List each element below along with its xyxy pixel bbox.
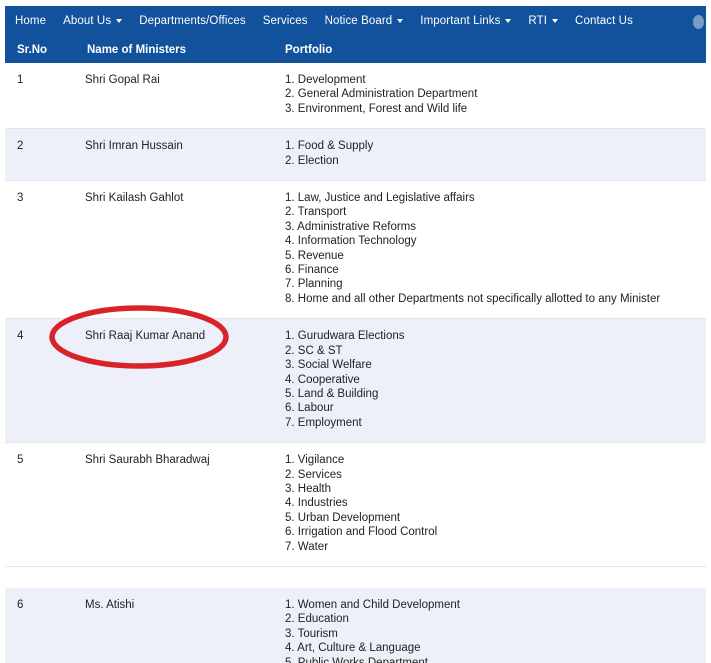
nav-item-label: Contact Us — [575, 15, 633, 27]
chevron-down-icon — [505, 19, 512, 23]
portfolio-item: 4. Art, Culture & Language — [285, 642, 421, 655]
nav-item-home[interactable]: Home — [15, 6, 46, 36]
cell-sr-no: 3 — [17, 192, 24, 205]
table-row[interactable]: 2 Shri Imran Hussain 1. Food & Supply 2.… — [5, 129, 706, 182]
nav-item-label: Departments/Offices — [139, 15, 246, 27]
portfolio-item: 2. Services — [285, 468, 342, 481]
table-header-row: Sr.No Name of Ministers Portfolio — [5, 36, 706, 63]
cell-minister-name: Shri Saurabh Bharadwaj — [85, 454, 210, 467]
chevron-down-icon — [552, 19, 559, 23]
page-root: Home About Us Departments/Offices Servic… — [0, 0, 711, 663]
table-row[interactable]: 4 Shri Raaj Kumar Anand 1. Gurudwara Ele… — [5, 319, 706, 444]
table-row[interactable]: 1 Shri Gopal Rai 1. Development 2. Gener… — [5, 63, 706, 130]
cell-minister-name: Shri Imran Hussain — [85, 140, 183, 153]
portfolio-item: 5. Public Works Department — [285, 656, 428, 663]
portfolio-item: 1. Development — [285, 74, 366, 86]
portfolio-item: 2. Election — [285, 154, 339, 167]
ministers-table: Sr.No Name of Ministers Portfolio 1 Shri… — [5, 36, 706, 663]
portfolio-item: 1. Law, Justice and Legislative affairs — [285, 192, 475, 205]
portfolio-item: 5. Urban Development — [285, 511, 401, 524]
nav-item-label: Services — [262, 15, 308, 27]
cell-portfolio: 1. Law, Justice and Legislative affairs … — [285, 181, 706, 318]
main-navigation: Home About Us Departments/Offices Servic… — [5, 6, 706, 36]
cell-portfolio: 1. Gurudwara Elections 2. SC & ST 3. Soc… — [285, 319, 706, 442]
nav-item-important-links[interactable]: Important Links — [420, 6, 512, 36]
portfolio-item: 6. Irrigation and Flood Control — [285, 526, 438, 539]
nav-item-services[interactable]: Services — [263, 6, 308, 36]
table-row[interactable]: 3 Shri Kailash Gahlot 1. Law, Justice an… — [5, 181, 706, 320]
cell-portfolio: 1. Vigilance 2. Services 3. Health 4. In… — [285, 443, 706, 566]
portfolio-item: 4. Information Technology — [285, 235, 417, 248]
portfolio-item: 3. Environment, Forest and Wild life — [285, 102, 468, 115]
cell-minister-name: Ms. Atishi — [85, 598, 135, 611]
column-header-portfolio: Portfolio — [285, 43, 333, 56]
cell-portfolio: 1. Development 2. General Administration… — [285, 63, 706, 128]
nav-item-departments-offices[interactable]: Departments/Offices — [139, 6, 246, 36]
portfolio-item: 7. Planning — [285, 278, 343, 291]
chevron-down-icon — [116, 19, 123, 23]
nav-item-about-us[interactable]: About Us — [63, 6, 123, 36]
portfolio-item: 6. Labour — [285, 402, 334, 415]
portfolio-item: 3. Tourism — [285, 627, 338, 640]
chevron-down-icon — [397, 19, 404, 23]
portfolio-item: 7. Water — [285, 540, 329, 553]
portfolio-item: 2. Education — [285, 613, 349, 626]
table-row[interactable]: 6 Ms. Atishi 1. Women and Child Developm… — [5, 587, 706, 663]
cell-sr-no: 2 — [17, 140, 24, 153]
cell-portfolio: 1. Women and Child Development 2. Educat… — [285, 588, 706, 663]
portfolio-item: 1. Women and Child Development — [285, 598, 460, 611]
table-row[interactable]: 5 Shri Saurabh Bharadwaj 1. Vigilance 2.… — [5, 443, 706, 567]
cell-sr-no: 4 — [17, 330, 24, 343]
table-row-spacer — [5, 566, 706, 588]
cell-sr-no: 5 — [17, 454, 24, 467]
cell-portfolio: 1. Food & Supply 2. Election — [285, 129, 706, 180]
portfolio-item: 3. Social Welfare — [285, 359, 372, 372]
portfolio-item: 6. Finance — [285, 264, 339, 277]
cell-sr-no: 6 — [17, 598, 24, 611]
column-header-name-of-ministers: Name of Ministers — [87, 43, 187, 56]
portfolio-item: 2. General Administration Department — [285, 88, 478, 101]
portfolio-item: 2. SC & ST — [285, 344, 343, 357]
portfolio-item: 1. Food & Supply — [285, 140, 374, 153]
portfolio-item: 4. Industries — [285, 497, 348, 510]
nav-item-label: RTI — [528, 15, 548, 27]
portfolio-item: 1. Gurudwara Elections — [285, 330, 405, 343]
portfolio-item: 7. Employment — [285, 416, 362, 429]
nav-overflow-indicator[interactable] — [693, 15, 704, 29]
cell-minister-name: Shri Raaj Kumar Anand — [85, 330, 206, 343]
portfolio-item: 3. Health — [285, 482, 332, 495]
nav-item-contact-us[interactable]: Contact Us — [575, 6, 633, 36]
portfolio-item: 2. Transport — [285, 206, 347, 219]
cell-minister-name: Shri Kailash Gahlot — [85, 192, 184, 205]
portfolio-item: 5. Land & Building — [285, 387, 379, 400]
portfolio-item: 1. Vigilance — [285, 454, 345, 467]
portfolio-item: 5. Revenue — [285, 249, 344, 262]
portfolio-item: 3. Administrative Reforms — [285, 220, 417, 233]
nav-item-rti[interactable]: RTI — [528, 6, 559, 36]
portfolio-item: 4. Cooperative — [285, 373, 360, 386]
nav-item-label: Home — [15, 15, 47, 27]
nav-item-label: About Us — [63, 15, 112, 27]
cell-minister-name: Shri Gopal Rai — [85, 74, 160, 86]
portfolio-item: 8. Home and all other Departments not sp… — [285, 292, 661, 305]
nav-item-notice-board[interactable]: Notice Board — [325, 6, 404, 36]
cell-sr-no: 1 — [17, 74, 24, 86]
nav-item-label: Important Links — [420, 15, 501, 27]
column-header-sr-no: Sr.No — [17, 43, 48, 56]
nav-item-label: Notice Board — [324, 15, 393, 27]
